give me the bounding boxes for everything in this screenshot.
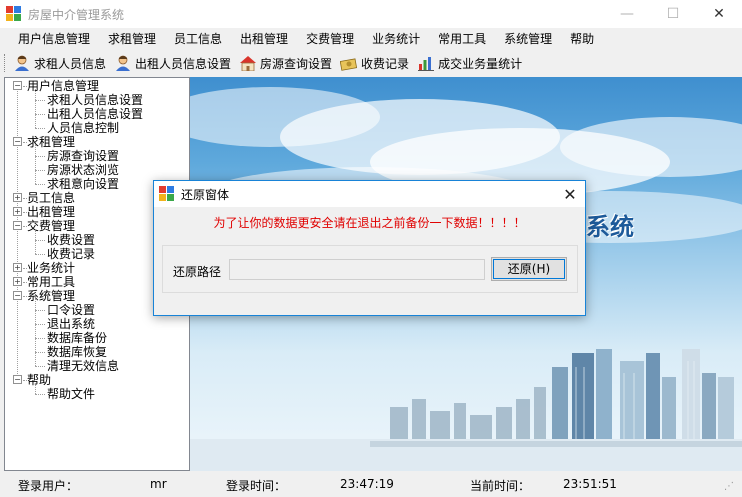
tree-item-8-0[interactable]: 帮助文件 xyxy=(47,387,95,401)
window-title: 房屋中介管理系统 xyxy=(28,7,125,22)
tree-expander-icon[interactable]: − xyxy=(13,137,22,146)
restore-button[interactable]: 还原(H) xyxy=(491,257,567,281)
tree-item-0-2[interactable]: 人员信息控制 xyxy=(47,121,119,135)
tool-lease-person-settings[interactable]: 出租人员信息设置 xyxy=(114,52,231,74)
backup-warning-text: 为了让你的数据更安全请在退出之前备份一下数据！！！！ xyxy=(213,216,526,230)
tree-expander-icon[interactable]: + xyxy=(13,277,22,286)
status-current-time-value: 23:51:51 xyxy=(563,477,617,491)
tree-connector-line xyxy=(35,229,36,254)
status-current-time-label: 当前时间： xyxy=(470,479,531,493)
dialog-title: 还原窗体 xyxy=(181,187,230,202)
tree-connector-line xyxy=(35,394,45,395)
tool-fee-records[interactable]: 收费记录 xyxy=(340,52,409,74)
tree-expander-icon[interactable]: − xyxy=(13,81,22,90)
dialog-title-bar: 还原窗体 ✕ xyxy=(154,181,585,207)
tree-item-0-0[interactable]: 求租人员信息设置 xyxy=(47,93,143,107)
restore-path-label: 还原路径 xyxy=(173,265,222,279)
tree-item-4-0[interactable]: 收费设置 xyxy=(47,233,95,247)
tree-item-1-1[interactable]: 房源状态浏览 xyxy=(47,163,119,177)
toolbar-grip[interactable] xyxy=(4,54,7,72)
status-login-time-value: 23:47:19 xyxy=(340,477,394,491)
tree-group-8[interactable]: 帮助 xyxy=(27,373,51,387)
tree-item-7-0[interactable]: 口令设置 xyxy=(47,303,95,317)
tree-group-3[interactable]: 出租管理 xyxy=(27,205,75,219)
toolbar: 求租人员信息 出租人员信息设置 房源查询设置 收费记录 成交业务量统计 xyxy=(0,50,742,76)
tree-expander-icon[interactable]: + xyxy=(13,207,22,216)
tree-connector-line xyxy=(35,100,45,101)
tree-expander-icon[interactable]: + xyxy=(13,193,22,202)
tool-deal-statistics[interactable]: 成交业务量统计 xyxy=(417,52,522,74)
menu-tools[interactable]: 常用工具 xyxy=(430,28,494,50)
tree-connector-line xyxy=(35,299,36,366)
menu-system[interactable]: 系统管理 xyxy=(496,28,560,50)
status-user-value: mr xyxy=(150,477,167,491)
tree-connector-line xyxy=(35,254,45,255)
chart-icon xyxy=(418,57,435,71)
money-icon xyxy=(340,58,358,71)
tree-item-7-4[interactable]: 清理无效信息 xyxy=(47,359,119,373)
status-login-time-label: 登录时间： xyxy=(226,479,287,493)
menu-rent-request[interactable]: 求租管理 xyxy=(100,28,164,50)
tree-item-1-2[interactable]: 求租意向设置 xyxy=(47,177,119,191)
tree-connector-line xyxy=(35,383,36,394)
tree-item-1-0[interactable]: 房源查询设置 xyxy=(47,149,119,163)
app-icon xyxy=(6,6,22,22)
banner-title: 系统 xyxy=(586,213,634,241)
tree-connector-line xyxy=(35,352,45,353)
tree-connector-line xyxy=(35,310,45,311)
house-icon xyxy=(240,56,257,71)
status-user-label: 登录用户： xyxy=(18,479,79,493)
menu-employee[interactable]: 员工信息 xyxy=(166,28,230,50)
tree-expander-icon[interactable]: − xyxy=(13,375,22,384)
maximize-button[interactable]: ☐ xyxy=(650,0,696,28)
restore-dialog: 还原窗体 ✕ 为了让你的数据更安全请在退出之前备份一下数据！！！！ 还原路径 还… xyxy=(153,180,586,316)
menu-user-info[interactable]: 用户信息管理 xyxy=(10,28,98,50)
tree-connector-line xyxy=(35,366,45,367)
tree-item-7-3[interactable]: 数据库恢复 xyxy=(47,345,107,359)
tree-item-0-1[interactable]: 出租人员信息设置 xyxy=(47,107,143,121)
menu-help[interactable]: 帮助 xyxy=(562,28,602,50)
tree-connector-line xyxy=(35,170,45,171)
tree-expander-icon[interactable]: − xyxy=(13,221,22,230)
tree-item-7-1[interactable]: 退出系统 xyxy=(47,317,95,331)
tree-connector-line xyxy=(35,128,45,129)
person-icon xyxy=(15,55,29,71)
tree-item-4-1[interactable]: 收费记录 xyxy=(47,247,95,261)
tree-connector-line xyxy=(35,89,36,128)
person-icon xyxy=(116,55,131,71)
tree-connector-line xyxy=(35,156,45,157)
minimize-button[interactable]: — xyxy=(604,0,650,28)
tree-connector-line xyxy=(35,240,45,241)
tool-rent-request-info[interactable]: 求租人员信息 xyxy=(13,52,106,74)
restore-path-input[interactable] xyxy=(229,259,485,280)
tree-group-5[interactable]: 业务统计 xyxy=(27,261,75,275)
close-button[interactable]: ✕ xyxy=(696,0,742,28)
dialog-close-button[interactable]: ✕ xyxy=(555,181,585,207)
menu-bar: 用户信息管理 求租管理 员工信息 出租管理 交费管理 业务统计 常用工具 系统管… xyxy=(0,28,742,50)
tree-group-6[interactable]: 常用工具 xyxy=(27,275,75,289)
tool-property-query-settings[interactable]: 房源查询设置 xyxy=(239,52,332,74)
tree-expander-icon[interactable]: − xyxy=(13,291,22,300)
menu-lease[interactable]: 出租管理 xyxy=(232,28,296,50)
status-bar: 登录用户： mr 登录时间： 23:47:19 当前时间： 23:51:51 ⋰ xyxy=(0,473,742,497)
menu-fees[interactable]: 交费管理 xyxy=(298,28,362,50)
tree-connector-line xyxy=(17,86,18,380)
tree-connector-line xyxy=(35,145,36,184)
tree-connector-line xyxy=(35,324,45,325)
tree-expander-icon[interactable]: + xyxy=(13,263,22,272)
tree-connector-line xyxy=(35,114,45,115)
tree-group-2[interactable]: 员工信息 xyxy=(27,191,75,205)
title-bar: 房屋中介管理系统 — ☐ ✕ xyxy=(0,0,742,28)
tree-item-7-2[interactable]: 数据库备份 xyxy=(47,331,107,345)
tree-connector-line xyxy=(35,338,45,339)
dialog-app-icon xyxy=(159,186,175,202)
tree-connector-line xyxy=(35,184,45,185)
resize-grip-icon[interactable]: ⋰ xyxy=(724,481,734,492)
restore-path-group: 还原路径 还原(H) xyxy=(162,245,578,293)
tree-group-0[interactable]: 用户信息管理 xyxy=(27,79,99,93)
menu-statistics[interactable]: 业务统计 xyxy=(364,28,428,50)
